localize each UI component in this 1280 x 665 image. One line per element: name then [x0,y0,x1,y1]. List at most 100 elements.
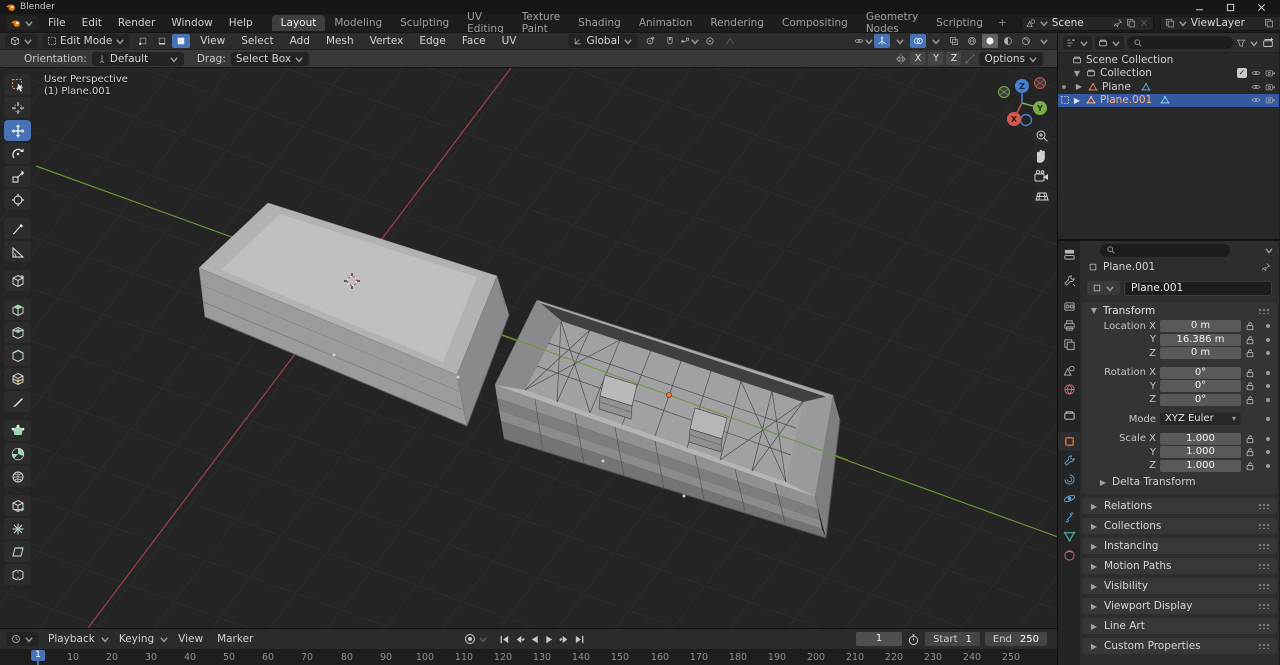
auto-keying-button[interactable] [463,633,476,646]
location-x-field[interactable]: 0 m [1160,320,1241,332]
outliner-row-plane001[interactable]: ▶ Plane.001 [1058,94,1279,108]
3d-viewport[interactable]: Z X Y User Persp [0,68,1057,628]
disable-render-icon[interactable] [1265,82,1275,92]
viewlayer-selector[interactable]: ViewLayer [1160,16,1280,31]
menu-render[interactable]: Render [111,15,162,31]
editor-type-button[interactable] [5,34,38,48]
menu-file[interactable]: File [41,15,73,31]
drag-mode-dropdown[interactable]: Select Box [231,52,309,66]
panel-grip-icon[interactable] [1258,308,1270,314]
lock-icon[interactable] [1245,434,1255,444]
expand-icon[interactable]: ▼ [1072,69,1082,78]
menu-select[interactable]: Select [235,34,279,48]
tool-spin[interactable] [4,443,31,464]
animate-dot[interactable] [1266,450,1270,454]
shading-material-button[interactable] [1000,34,1016,48]
shading-solid-button[interactable] [982,34,998,48]
location-z-field[interactable]: 0 m [1160,347,1241,359]
mirror-y-toggle[interactable]: Y [928,52,943,65]
animate-dot[interactable] [1266,384,1270,388]
menu-view[interactable]: View [194,34,231,48]
lock-icon[interactable] [1245,335,1255,345]
panel-visibility[interactable]: ▶Visibility [1082,578,1277,594]
tab-layout[interactable]: Layout [272,15,326,31]
properties-search-input[interactable] [1100,244,1230,257]
tab-viewlayer-properties[interactable] [1058,335,1080,354]
next-keyframe-button[interactable] [558,633,571,646]
menu-uv[interactable]: UV [496,34,523,48]
hide-eye-icon[interactable] [1251,95,1261,105]
close-button[interactable] [1257,3,1266,12]
tab-collection-properties[interactable] [1058,406,1080,425]
tab-modeling[interactable]: Modeling [325,15,391,31]
face-select-button[interactable] [172,34,190,48]
play-reverse-button[interactable] [528,633,541,646]
tool-rotate[interactable] [4,143,31,164]
outliner-row-collection[interactable]: ▼ Collection ✓ [1058,67,1279,81]
panel-line-art[interactable]: ▶Line Art [1082,618,1277,634]
menu-add[interactable]: Add [284,34,316,48]
tool-loop-cut[interactable] [4,368,31,389]
menu-mesh[interactable]: Mesh [320,34,360,48]
outliner-collection-filter-button[interactable] [1095,36,1124,50]
lock-icon[interactable] [1245,368,1255,378]
shading-dropdown[interactable] [1036,34,1052,48]
tool-rip-region[interactable] [4,564,31,585]
shading-wireframe-button[interactable] [964,34,980,48]
filter-icon[interactable] [1236,38,1246,48]
tool-shear[interactable] [4,541,31,562]
tool-poly-build[interactable] [4,420,31,441]
chevron-down-icon[interactable] [1264,245,1274,255]
animate-dot[interactable] [1266,437,1270,441]
vertex-select-button[interactable] [134,34,152,48]
animate-dot[interactable] [1266,351,1270,355]
new-collection-button[interactable] [1262,37,1274,49]
hide-eye-icon[interactable] [1251,82,1261,92]
pan-button[interactable] [1032,147,1052,167]
tab-compositing[interactable]: Compositing [773,15,857,31]
panel-grip-icon[interactable] [1258,523,1270,529]
timeline-editor-type-button[interactable] [6,632,39,646]
tab-object-properties[interactable] [1058,432,1080,451]
tool-annotate[interactable] [4,218,31,239]
gizmos-toggle-button[interactable] [874,34,890,48]
tool-cursor[interactable] [4,97,31,118]
play-button[interactable] [543,633,556,646]
transform-panel-header[interactable]: ▼ Transform [1082,302,1277,319]
hide-eye-icon[interactable] [1251,68,1261,78]
menu-marker[interactable]: Marker [212,632,258,646]
transform-orientation-dropdown[interactable]: Global [568,34,638,48]
animate-dot[interactable] [1266,324,1270,328]
tab-output-properties[interactable] [1058,316,1080,335]
show-gizmo-dropdown[interactable] [856,34,872,48]
tab-scripting[interactable]: Scripting [927,15,992,31]
panel-grip-icon[interactable] [1258,563,1270,569]
tab-data-properties[interactable] [1058,527,1080,546]
animate-dot[interactable] [1266,417,1270,421]
outliner-row-plane[interactable]: ▶ Plane [1058,80,1279,94]
tab-physics-properties[interactable] [1058,489,1080,508]
outliner-display-mode-button[interactable] [1063,36,1092,50]
panel-grip-icon[interactable] [1258,603,1270,609]
scale-z-field[interactable]: 1.000 [1160,460,1241,472]
lock-icon[interactable] [1245,395,1255,405]
timeline-ruler[interactable]: 1 10 20 30 40 50 60 70 80 90 100 110 120… [0,649,1057,665]
panel-grip-icon[interactable] [1258,583,1270,589]
panel-grip-icon[interactable] [1258,503,1270,509]
camera-view-button[interactable] [1032,167,1052,187]
object-id-icon[interactable] [1087,281,1120,295]
gizmos-dropdown[interactable] [892,34,908,48]
menu-keying[interactable]: Keying [114,632,159,646]
playhead[interactable]: 1 [31,650,45,661]
frame-start-field[interactable]: Start1 [925,632,980,646]
panel-collections[interactable]: ▶Collections [1082,518,1277,534]
unlink-scene-icon[interactable] [1139,18,1149,28]
tab-animation[interactable]: Animation [630,15,702,31]
xray-toggle-button[interactable] [946,34,962,48]
lock-icon[interactable] [1245,461,1255,471]
location-y-field[interactable]: 16.386 m [1160,334,1241,346]
tab-sculpting[interactable]: Sculpting [391,15,458,31]
panel-relations[interactable]: ▶Relations [1082,498,1277,514]
tool-scale[interactable] [4,166,31,187]
menu-edge[interactable]: Edge [413,34,451,48]
